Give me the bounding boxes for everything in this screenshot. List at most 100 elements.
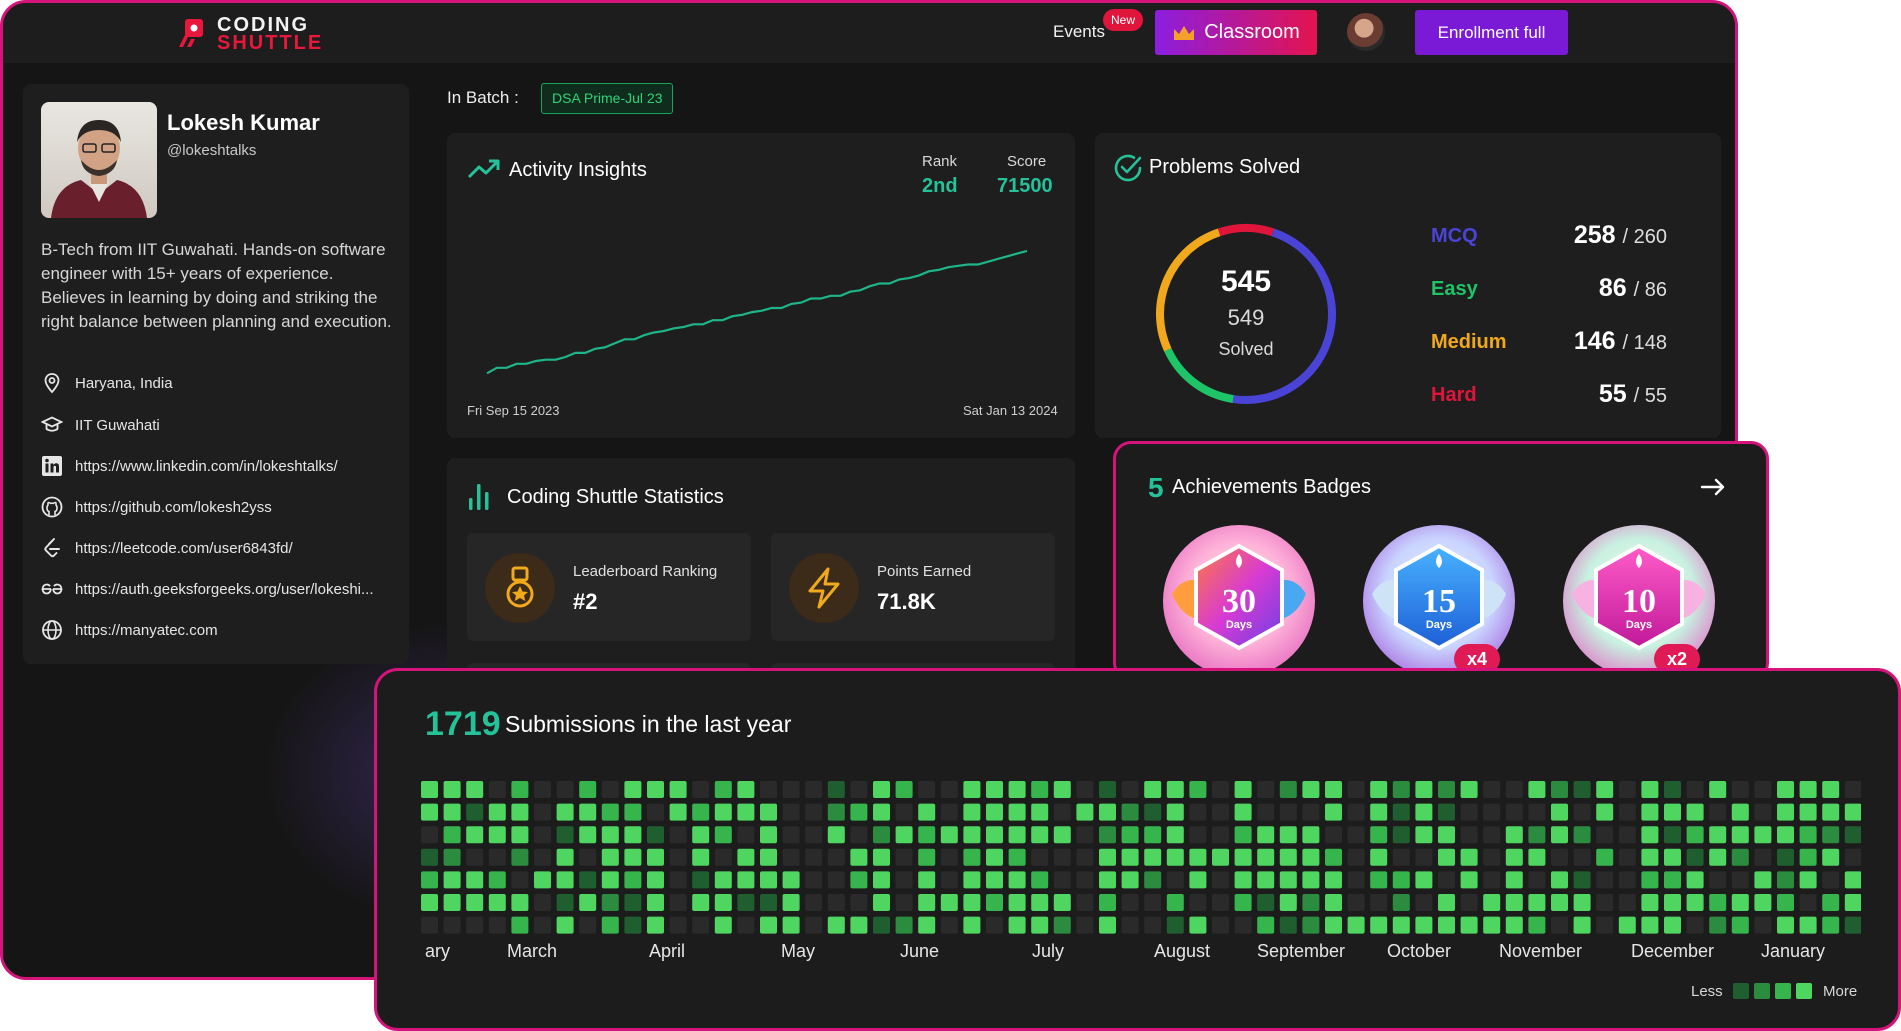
heatmap-cell [1664, 871, 1681, 889]
heatmap-cell [1777, 871, 1794, 889]
heatmap-cell [669, 826, 687, 844]
heatmap-cell [1008, 826, 1026, 844]
heatmap-cell [1618, 848, 1636, 866]
badge-30-days[interactable]: 30 Days [1162, 524, 1316, 678]
college-text: IIT Guwahati [75, 416, 160, 434]
heatmap-cell [782, 894, 800, 911]
donut-solved-count: 545 [1220, 265, 1272, 298]
gfg-row[interactable]: https://auth.geeksforgeeks.org/user/loke… [41, 578, 374, 600]
heatmap-cell [692, 781, 710, 798]
website-row[interactable]: https://manyatec.com [41, 619, 218, 641]
heatmap-cell [1460, 894, 1478, 911]
heatmap-cell [1234, 871, 1252, 889]
profile-handle: @lokeshtalks [167, 142, 257, 159]
heatmap-cell [1731, 894, 1749, 911]
heatmap-cell [895, 826, 913, 844]
heatmap-cell [1370, 871, 1388, 889]
heatmap-cell [1483, 803, 1501, 821]
batch-tag[interactable]: DSA Prime-Jul 23 [541, 83, 674, 114]
heatmap-cell [1664, 848, 1681, 866]
heatmap-cell [940, 916, 958, 934]
heatmap-cell [1528, 803, 1546, 821]
classroom-button[interactable]: Classroom [1155, 10, 1317, 55]
heatmap-cell [647, 781, 664, 798]
heatmap-cell [1347, 848, 1365, 866]
heatmap-cell [624, 871, 642, 889]
points-tile[interactable]: Points Earned 71.8K [771, 533, 1055, 641]
linkedin-link[interactable]: https://www.linkedin.com/in/lokeshtalks/ [75, 458, 338, 475]
heatmap-cell [873, 781, 890, 798]
heatmap-cell [805, 803, 823, 821]
heatmap-cell [443, 803, 461, 821]
heatmap-cell [1528, 826, 1546, 844]
heatmap-cell [1844, 781, 1861, 798]
heatmap-cell [624, 826, 642, 844]
events-link[interactable]: Events [1053, 22, 1105, 42]
heatmap-cell [895, 916, 913, 934]
heatmap-cell [1573, 916, 1591, 934]
heatmap-cell [647, 871, 664, 889]
heatmap-cell [1370, 894, 1388, 911]
heatmap-cell [986, 826, 1003, 844]
enrollment-button[interactable]: Enrollment full [1415, 10, 1568, 55]
heatmap-cell [1483, 894, 1501, 911]
heatmap-cell [1347, 916, 1365, 934]
heatmap-cell [1822, 803, 1840, 821]
leetcode-link[interactable]: https://leetcode.com/user6843fd/ [75, 540, 293, 557]
heatmap-cell [1144, 894, 1162, 911]
gfg-link[interactable]: https://auth.geeksforgeeks.org/user/loke… [75, 581, 374, 598]
heatmap-cell [1438, 826, 1455, 844]
classroom-label: Classroom [1204, 21, 1300, 43]
heatmap-cell [940, 781, 958, 798]
heatmap-cell [1777, 894, 1794, 911]
heatmap-cell [1799, 803, 1817, 821]
profile-bio: B-Tech from IIT Guwahati. Hands-on softw… [41, 240, 392, 331]
heatmap-cell [1844, 848, 1861, 866]
heatmap-cell [1076, 848, 1094, 866]
website-link[interactable]: https://manyatec.com [75, 622, 218, 639]
month-label: March [507, 941, 558, 961]
heatmap-cell [963, 871, 981, 889]
logo-icon[interactable] [177, 17, 207, 49]
heatmap-cell [601, 803, 619, 821]
heatmap-cell [601, 826, 619, 844]
heatmap-cell [1257, 848, 1275, 866]
heatmap-cell [1121, 871, 1139, 889]
heatmap-cell [1008, 894, 1026, 911]
heatmap-cell [1777, 848, 1794, 866]
github-link[interactable]: https://github.com/lokesh2yss [75, 499, 272, 516]
user-avatar[interactable] [1347, 13, 1385, 51]
heatmap-cell [1392, 871, 1410, 889]
heatmap-cell [1754, 803, 1772, 821]
leaderboard-tile[interactable]: Leaderboard Ranking #2 [467, 533, 751, 641]
heatmap-cell [1641, 916, 1659, 934]
heatmap-cell [1777, 781, 1794, 798]
arrow-right-icon[interactable] [1700, 476, 1726, 498]
heatmap-cell [1302, 916, 1320, 934]
heatmap-cell [1686, 848, 1704, 866]
badge-unit: Days [1226, 619, 1252, 631]
heatmap-cell [873, 916, 890, 934]
heatmap-cell [1551, 803, 1568, 821]
hard-solved: 55 [1598, 380, 1627, 408]
heatmap-cell [556, 894, 574, 911]
medium-total: / 148 [1622, 332, 1667, 354]
heatmap-cell [1189, 871, 1207, 889]
heatmap-cell [669, 894, 687, 911]
github-row[interactable]: https://github.com/lokesh2yss [41, 496, 272, 518]
linkedin-row[interactable]: https://www.linkedin.com/in/lokeshtalks/ [41, 455, 338, 477]
heatmap-cell [1573, 826, 1591, 844]
heatmap-cell [1370, 826, 1388, 844]
leetcode-row[interactable]: https://leetcode.com/user6843fd/ [41, 537, 293, 559]
heatmap-cell [443, 871, 461, 889]
heatmap-cell [873, 871, 890, 889]
heatmap-cell [647, 803, 664, 821]
heatmap-cell [1370, 803, 1388, 821]
heatmap-cell [1483, 826, 1501, 844]
heatmap-cell [556, 916, 574, 934]
heatmap-cell [1279, 803, 1297, 821]
heatmap-cell [1302, 826, 1320, 844]
heatmap-cell [850, 803, 868, 821]
heatmap-cell [737, 916, 755, 934]
heatmap-cell [1144, 871, 1162, 889]
